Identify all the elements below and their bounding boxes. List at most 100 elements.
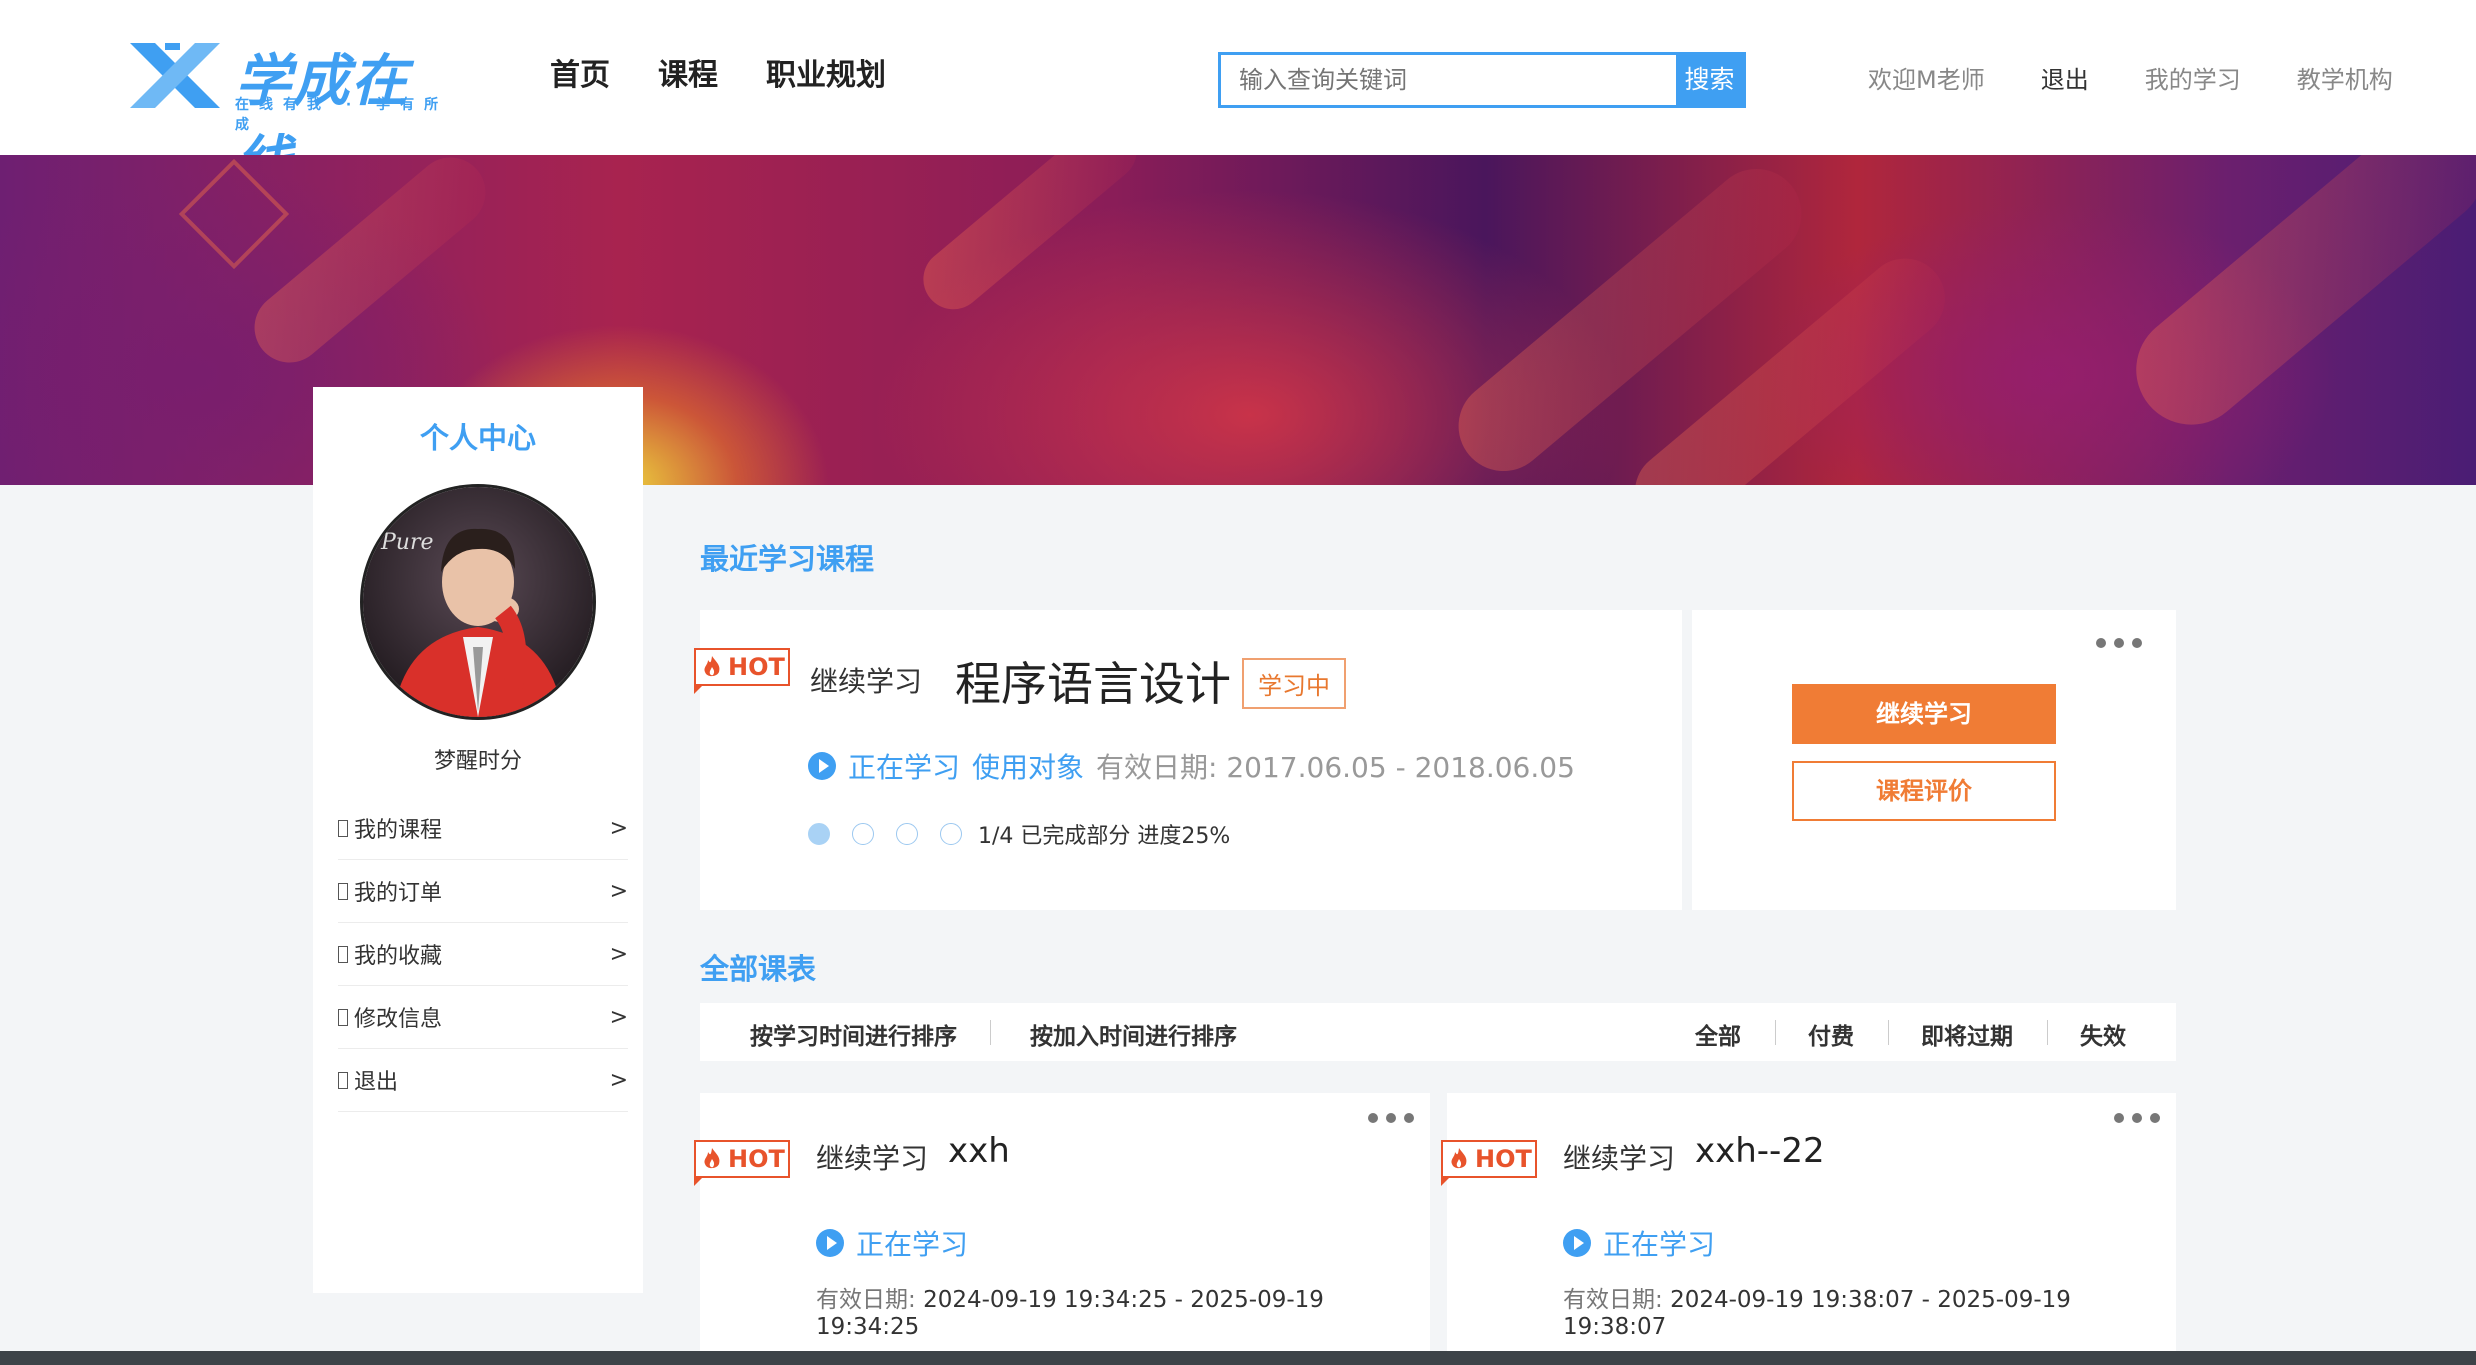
recent-courses-title: 最近学习课程 [700,542,875,576]
course-review-button[interactable]: 课程评价 [1792,761,2056,821]
divider [2047,1020,2048,1045]
filter-all[interactable]: 全部 [1695,1017,1741,1051]
status-studying[interactable]: 正在学习 [1603,1223,1715,1263]
sidebar-item-my-orders[interactable]: 我的订单 > [338,860,628,923]
my-learning-link[interactable]: 我的学习 [2145,60,2241,95]
logout-link[interactable]: 退出 [2041,60,2089,95]
course-status-line: 正在学习 [816,1223,968,1263]
hot-badge: HOT [1441,1140,1537,1186]
avatar-image: Pure [363,487,593,717]
divider [1775,1020,1776,1045]
sidebar-menu: 我的课程 > 我的订单 > 我的收藏 > 修改信息 > 退出 > [338,797,628,1112]
status-badge: 学习中 [1242,658,1346,709]
personal-center-sidebar: 个人中心 Pure 梦醒时分 我的课程 > 我的订单 > 我的收藏 > 修改信息… [313,387,643,1293]
course-title[interactable]: 程序语言设计 [955,648,1231,714]
user-links: 欢迎M老师 退出 我的学习 教学机构 [1868,60,2393,95]
hot-badge: HOT [694,1140,790,1186]
hot-label: HOT [1475,1145,1532,1173]
chevron-right-icon: > [609,941,628,967]
institution-link[interactable]: 教学机构 [2297,60,2393,95]
username: 梦醒时分 [433,749,522,774]
site-logo[interactable]: 学成在线 在线有我 · 学有所成 [125,36,455,195]
chevron-right-icon: > [609,815,628,841]
continue-label: 继续学习 [810,665,923,698]
sort-by-study-time[interactable]: 按学习时间进行排序 [750,1017,957,1051]
sidebar-item-label: 我的订单 [354,881,443,906]
sort-by-join-time[interactable]: 按加入时间进行排序 [1030,1017,1237,1051]
main-nav: 首页 课程 职业规划 [550,50,886,94]
filter-expiring[interactable]: 即将过期 [1921,1017,2013,1051]
brand-slogan: 在线有我 · 学有所成 [235,97,449,133]
banner-streak [911,155,1149,322]
search-button[interactable]: 搜索 [1676,55,1743,105]
logo-x-icon [130,43,220,108]
validity-date: 有效日期: 2024-09-19 19:34:25 - 2025-09-19 1… [816,1280,1430,1340]
continue-learning-button[interactable]: 继续学习 [1792,684,2056,744]
banner-streak [2113,155,2476,448]
recent-course-actions: 继续学习 课程评价 [1692,610,2176,910]
sidebar-item-label: 修改信息 [354,1007,443,1032]
course-card: HOT 继续学习 xxh 正在学习 有效日期: 2024-09-19 19:34… [694,1093,1430,1365]
progress-dot [940,823,962,845]
welcome-text: 欢迎M老师 [1868,66,1985,94]
chevron-right-icon: > [609,1067,628,1093]
avatar[interactable]: Pure [363,487,593,717]
status-studying[interactable]: 正在学习 [848,746,960,786]
sidebar-item-label: 退出 [354,1070,399,1095]
hot-label: HOT [728,653,785,681]
banner-streak [240,155,500,377]
menu-box-icon [338,945,348,963]
filter-paid[interactable]: 付费 [1808,1017,1854,1051]
status-studying[interactable]: 正在学习 [856,1223,968,1263]
filter-expired[interactable]: 失效 [2080,1017,2126,1051]
flame-icon [1451,1148,1467,1169]
continue-label: 继续学习 [816,1142,929,1175]
nav-career[interactable]: 职业规划 [766,50,886,94]
sidebar-item-edit-info[interactable]: 修改信息 > [338,986,628,1049]
hot-label: HOT [728,1145,785,1173]
sort-filter-bar: 按学习时间进行排序 按加入时间进行排序 全部 付费 即将过期 失效 [700,1003,2176,1061]
menu-box-icon [338,882,348,900]
hot-badge: HOT [694,648,790,694]
nav-home[interactable]: 首页 [550,50,610,94]
play-icon[interactable] [1563,1229,1591,1257]
sidebar-item-my-courses[interactable]: 我的课程 > [338,797,628,860]
course-status-line: 正在学习 [1563,1223,1715,1263]
play-icon[interactable] [816,1229,844,1257]
menu-box-icon [338,819,348,837]
chevron-right-icon: > [609,878,628,904]
flame-icon [704,1148,720,1169]
chevron-right-icon: > [609,1004,628,1030]
progress-dot [808,823,830,845]
play-icon[interactable] [808,752,836,780]
sidebar-item-my-favorites[interactable]: 我的收藏 > [338,923,628,986]
nav-courses[interactable]: 课程 [658,50,718,94]
banner-diamond-decoration [178,158,290,270]
course-status-line: 正在学习 使用对象 有效日期: 2017.06.05 - 2018.06.05 [808,746,1575,786]
validity-date: 有效日期: 2024-09-19 19:38:07 - 2025-09-19 1… [1563,1280,2176,1340]
flame-icon [704,656,720,677]
course-card: HOT 继续学习 xxh--22 正在学习 有效日期: 2024-09-19 1… [1441,1093,2176,1365]
progress-text: 1/4 已完成部分 进度25% [978,824,1231,849]
more-options-icon[interactable] [2114,1113,2160,1123]
continue-label: 继续学习 [1563,1142,1676,1175]
search-box: 搜索 [1218,52,1746,108]
search-input[interactable] [1221,55,1678,105]
taskbar-strip [0,1351,2476,1365]
menu-box-icon [338,1071,348,1089]
validity-date: 有效日期: 2017.06.05 - 2018.06.05 [1096,751,1575,784]
sidebar-item-label: 我的课程 [354,818,443,843]
validity-label: 有效日期: [1563,1287,1663,1313]
sidebar-item-logout[interactable]: 退出 > [338,1049,628,1112]
top-header: 学成在线 在线有我 · 学有所成 首页 课程 职业规划 搜索 欢迎M老师 退出 … [0,0,2476,195]
validity-label: 有效日期: [816,1287,916,1313]
progress-dot [852,823,874,845]
audience-link[interactable]: 使用对象 [972,746,1084,786]
progress-dot [896,823,918,845]
sidebar-item-label: 我的收藏 [354,944,443,969]
course-title[interactable]: xxh--22 [1695,1131,1825,1171]
course-title[interactable]: xxh [948,1131,1010,1171]
svg-text:Pure: Pure [380,530,434,555]
more-options-icon[interactable] [1368,1113,1414,1123]
more-options-icon[interactable] [2096,638,2142,648]
